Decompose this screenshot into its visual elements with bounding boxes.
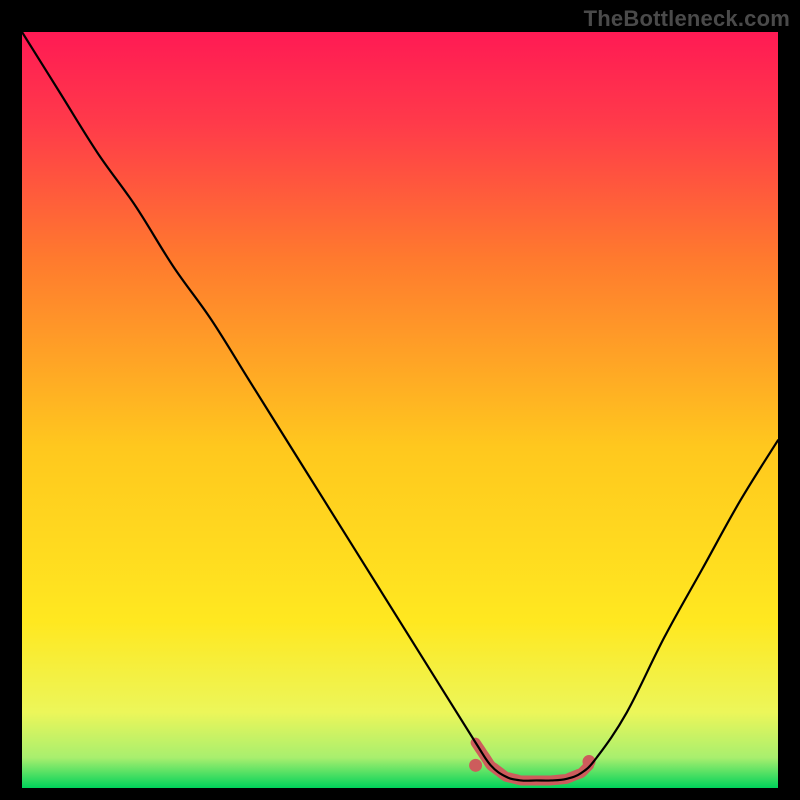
chart-container: TheBottleneck.com	[0, 0, 800, 800]
optimum-marker	[469, 759, 482, 772]
gradient-background	[22, 32, 778, 788]
watermark-label: TheBottleneck.com	[584, 6, 790, 32]
chart-plot-area	[22, 32, 778, 788]
chart-svg	[22, 32, 778, 788]
